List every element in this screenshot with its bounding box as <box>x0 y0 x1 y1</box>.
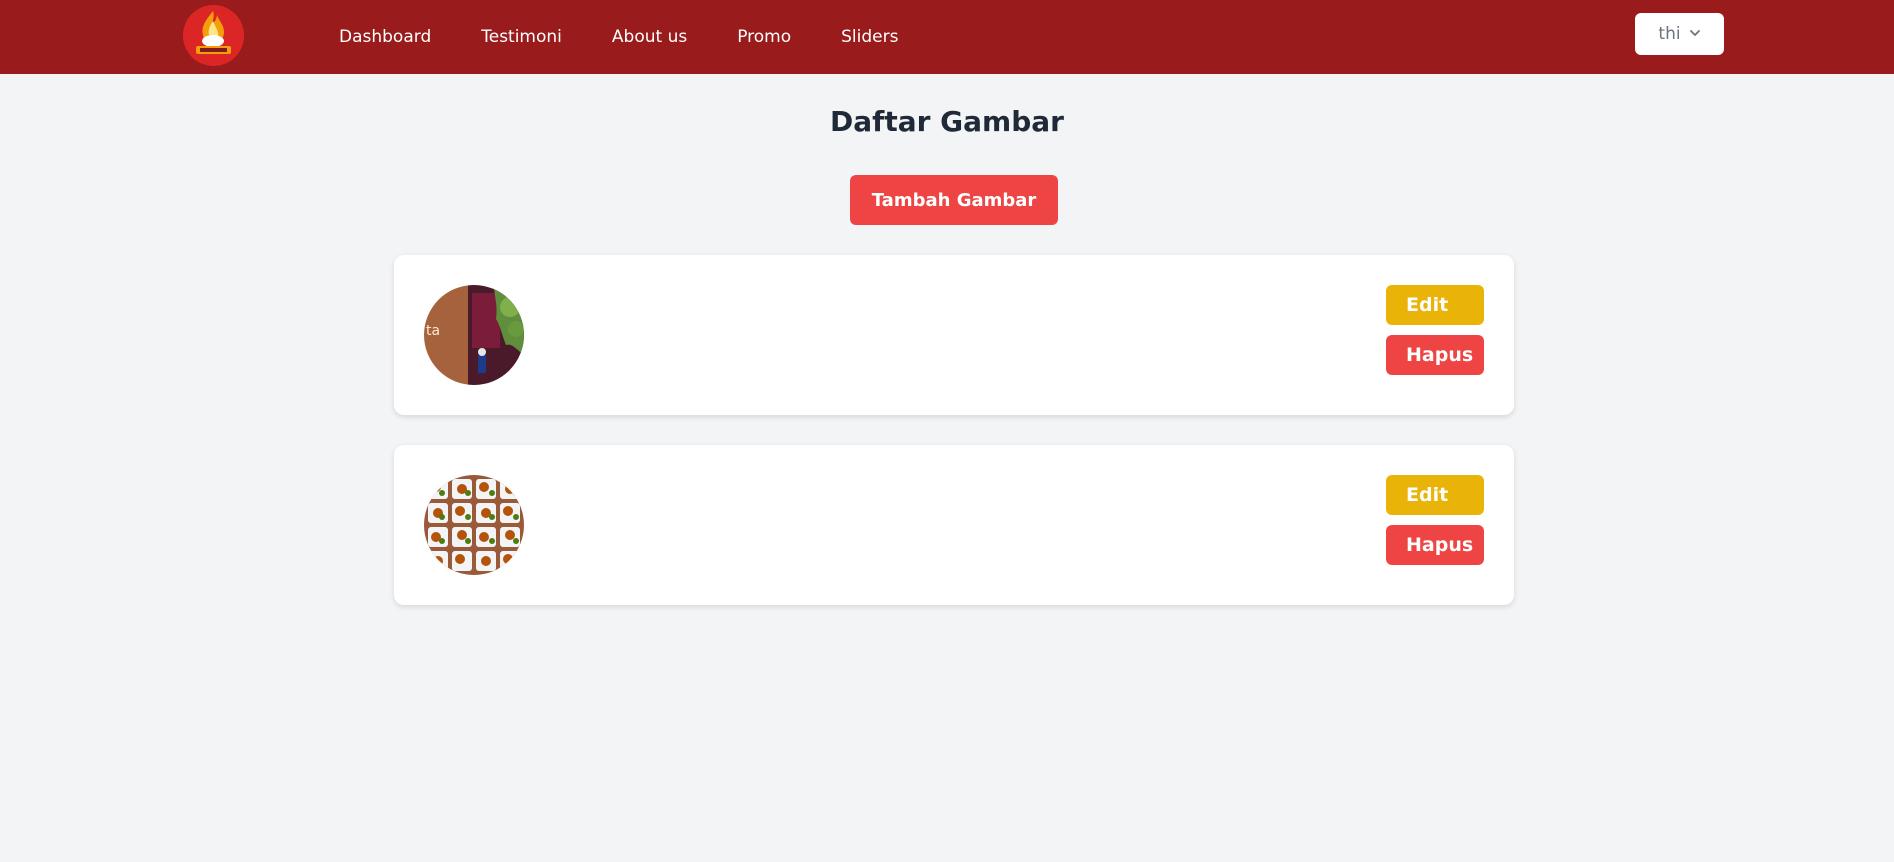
add-image-button[interactable]: Tambah Gambar <box>850 175 1058 225</box>
delete-button[interactable]: Hapus <box>1386 525 1484 565</box>
navbar: Dashboard Testimoni About us Promo Slide… <box>0 0 1894 74</box>
nav-links: Dashboard Testimoni About us Promo Slide… <box>339 0 948 74</box>
brand-logo[interactable] <box>183 5 244 66</box>
nav-link-about-us[interactable]: About us <box>612 27 687 47</box>
delete-button[interactable]: Hapus <box>1386 335 1484 375</box>
nav-link-dashboard[interactable]: Dashboard <box>339 27 431 47</box>
edit-button[interactable]: Edit <box>1386 475 1484 515</box>
image-card: Edit Hapus <box>394 445 1514 605</box>
image-card: ta Edit Hapus <box>394 255 1514 415</box>
image-thumbnail <box>424 475 524 575</box>
chevron-down-icon <box>1689 24 1701 44</box>
user-menu-dropdown[interactable]: thi <box>1635 13 1724 55</box>
nav-link-sliders[interactable]: Sliders <box>841 27 898 47</box>
user-name: thi <box>1658 24 1681 44</box>
thumbnail-caption: ta <box>426 323 440 339</box>
image-thumbnail: ta <box>424 285 524 385</box>
nav-link-testimoni[interactable]: Testimoni <box>481 27 562 47</box>
edit-button[interactable]: Edit <box>1386 285 1484 325</box>
nav-link-promo[interactable]: Promo <box>737 27 791 47</box>
page-title: Daftar Gambar <box>830 105 1064 138</box>
